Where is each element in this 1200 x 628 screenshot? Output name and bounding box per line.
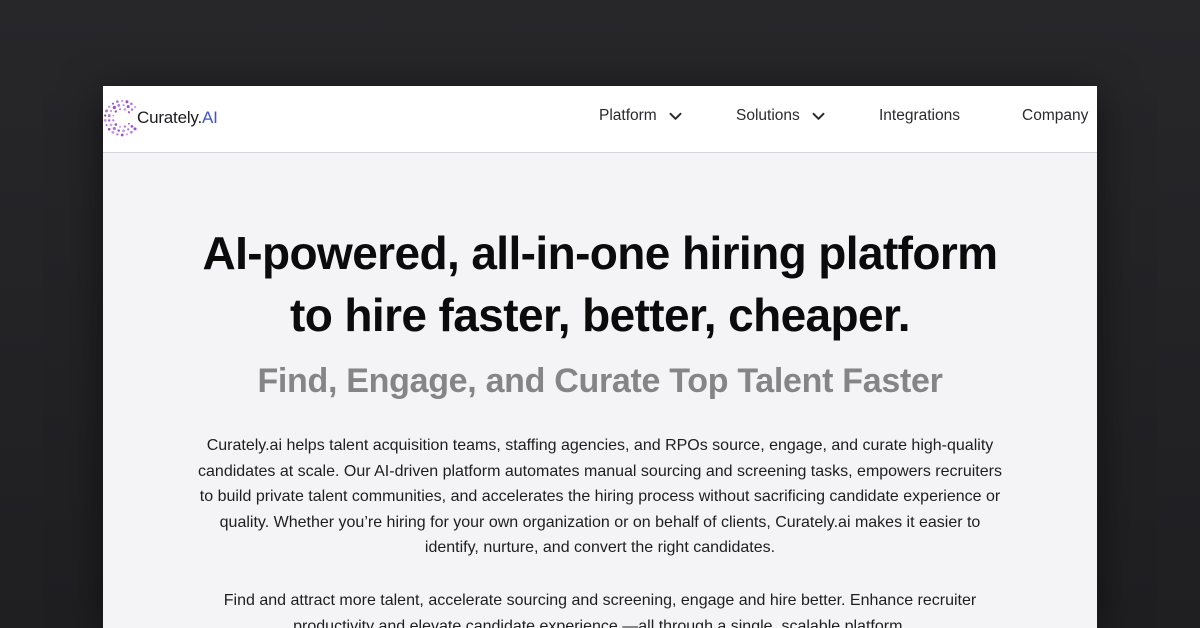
nav-item-label: Solutions — [736, 107, 800, 124]
nav-item-platform[interactable]: Platform — [599, 107, 682, 125]
hero-value-proposition: Find and attract more talent, accelerate… — [223, 592, 977, 628]
nav-item-solutions[interactable]: Solutions — [736, 107, 825, 125]
browser-page: Curately.AI Platform Solutions Integrati… — [103, 86, 1097, 628]
hero-title: AI-powered, all-in-one hiring platform t… — [103, 222, 1097, 346]
main-nav: Platform Solutions Integrations Company — [103, 86, 1097, 152]
nav-item-integrations[interactable]: Integrations — [879, 107, 960, 125]
chevron-down-icon — [812, 112, 825, 120]
chevron-down-icon — [669, 112, 682, 120]
hero-subtitle: Find, Engage, and Curate Top Talent Fast… — [257, 362, 943, 400]
screenshot-backdrop: Curately.AI Platform Solutions Integrati… — [0, 0, 1200, 628]
nav-item-label: Integrations — [879, 107, 960, 124]
nav-item-company[interactable]: Company — [1022, 107, 1088, 125]
top-navbar: Curately.AI Platform Solutions Integrati… — [103, 86, 1097, 153]
nav-item-label: Company — [1022, 107, 1089, 124]
hero-title-line-2: to hire faster, better, cheaper. — [290, 289, 911, 341]
hero-title-line-1: AI-powered, all-in-one hiring platform — [202, 227, 999, 279]
hero-description: Curately.ai helps talent acquisition tea… — [198, 437, 1002, 557]
nav-item-label: Platform — [599, 107, 657, 124]
